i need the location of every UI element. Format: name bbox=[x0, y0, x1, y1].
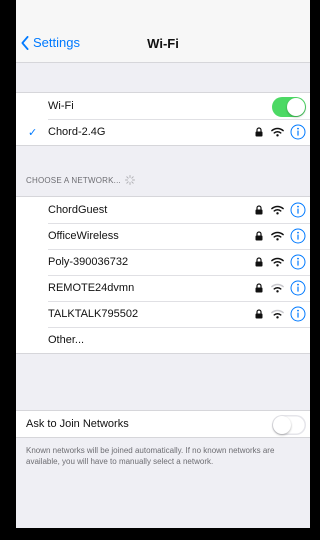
network-name: Poly-390036732 bbox=[48, 256, 129, 268]
wifi-group: Wi-Fi ✓ Chord-2.4G bbox=[16, 92, 310, 146]
lock-icon bbox=[255, 205, 263, 215]
lock-icon bbox=[255, 309, 263, 319]
network-row[interactable]: OfficeWireless bbox=[16, 223, 310, 249]
info-icon[interactable] bbox=[290, 202, 306, 218]
toggle-knob bbox=[287, 98, 305, 116]
checkmark-icon: ✓ bbox=[28, 126, 38, 139]
wifi-signal-icon bbox=[271, 283, 284, 293]
screen-bezel bbox=[0, 528, 310, 540]
page-title: Wi-Fi bbox=[147, 36, 179, 51]
info-icon[interactable] bbox=[290, 254, 306, 270]
network-name: ChordGuest bbox=[48, 204, 108, 216]
network-row[interactable]: REMOTE24dvmn bbox=[16, 275, 310, 301]
connected-network-row[interactable]: ✓ Chord-2.4G bbox=[16, 119, 310, 145]
ask-to-join-footer: Known networks will be joined automatica… bbox=[26, 446, 275, 466]
network-name: REMOTE24dvmn bbox=[48, 282, 135, 294]
other-network-row[interactable]: Other... bbox=[16, 327, 310, 353]
lock-icon bbox=[255, 283, 263, 293]
choose-network-label: CHOOSE A NETWORK... bbox=[26, 175, 121, 185]
navigation-bar: Settings Wi-Fi bbox=[16, 0, 310, 63]
network-row[interactable]: ChordGuest bbox=[16, 197, 310, 223]
ask-to-join-row: Ask to Join Networks bbox=[16, 411, 310, 437]
lock-icon bbox=[255, 257, 263, 267]
info-icon[interactable] bbox=[290, 306, 306, 322]
ask-to-join-group: Ask to Join Networks bbox=[16, 410, 310, 438]
wifi-settings-screen: Settings Wi-Fi Wi-Fi ✓ Chord-2.4G CHOOSE… bbox=[16, 0, 310, 528]
wifi-signal-icon bbox=[271, 257, 284, 267]
spinner-icon bbox=[124, 175, 135, 185]
ask-to-join-toggle[interactable] bbox=[272, 415, 306, 435]
info-icon[interactable] bbox=[290, 228, 306, 244]
wifi-signal-icon bbox=[271, 205, 284, 215]
toggle-knob bbox=[273, 416, 291, 434]
network-list: ChordGuest OfficeWireless Poly-390036732 bbox=[16, 196, 310, 354]
network-name: TALKTALK795502 bbox=[48, 308, 139, 320]
wifi-toggle-switch[interactable] bbox=[272, 97, 306, 117]
network-row[interactable]: Poly-390036732 bbox=[16, 249, 310, 275]
ask-to-join-label: Ask to Join Networks bbox=[26, 418, 129, 430]
other-network-label: Other... bbox=[48, 334, 85, 346]
wifi-toggle-row: Wi-Fi bbox=[16, 93, 310, 119]
choose-network-header: CHOOSE A NETWORK... bbox=[26, 175, 135, 185]
wifi-signal-icon bbox=[271, 127, 284, 137]
wifi-signal-icon bbox=[271, 309, 284, 319]
info-icon[interactable] bbox=[290, 124, 306, 140]
wifi-signal-icon bbox=[271, 231, 284, 241]
info-icon[interactable] bbox=[290, 280, 306, 296]
connected-network-name: Chord-2.4G bbox=[48, 126, 106, 138]
network-row[interactable]: TALKTALK795502 bbox=[16, 301, 310, 327]
network-name: OfficeWireless bbox=[48, 230, 119, 242]
lock-icon bbox=[255, 231, 263, 241]
lock-icon bbox=[255, 127, 263, 137]
wifi-toggle-label: Wi-Fi bbox=[48, 100, 74, 112]
